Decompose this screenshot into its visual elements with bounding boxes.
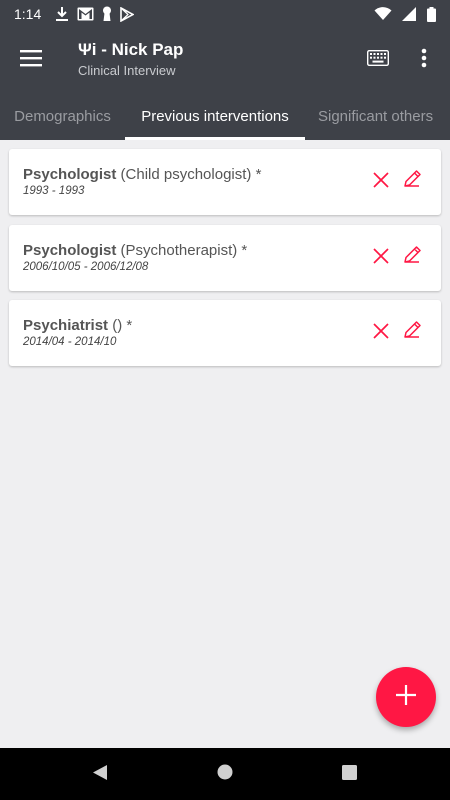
intervention-card[interactable]: Psychologist (Child psychologist) * 1993… [9, 149, 441, 215]
intervention-dates: 2014/04 - 2014/10 [23, 336, 117, 348]
play-store-icon [120, 6, 135, 22]
recents-button[interactable] [337, 762, 361, 786]
intervention-type: Psychiatrist [23, 317, 109, 334]
tab-significant-others[interactable]: Significant others [305, 92, 450, 140]
intervention-type: Psychologist [23, 166, 117, 183]
delete-button[interactable] [370, 322, 392, 344]
intervention-type: Psychologist [23, 242, 117, 259]
intervention-dates: 1993 - 1993 [23, 185, 85, 197]
back-button[interactable] [88, 762, 112, 786]
delete-icon [372, 322, 390, 344]
app-bar: Ψi - Nick Pap Clinical Interview [0, 28, 450, 92]
download-icon [55, 6, 69, 22]
add-intervention-button[interactable] [376, 667, 436, 727]
tab-demographics[interactable]: Demographics [0, 92, 125, 140]
intervention-detail: () * [112, 317, 133, 334]
keyboard-button[interactable] [354, 36, 402, 84]
tab-bar: Demographics Previous interventions Sign… [0, 92, 450, 140]
delete-button[interactable] [370, 171, 392, 193]
intervention-detail: (Child psychologist) * [120, 166, 262, 183]
home-icon [217, 764, 233, 784]
tab-previous-interventions[interactable]: Previous interventions [125, 92, 305, 140]
intervention-title: Psychologist (Psychotherapist) * [23, 242, 247, 259]
intervention-detail: (Psychotherapist) * [120, 242, 248, 259]
delete-icon [372, 247, 390, 269]
home-button[interactable] [213, 762, 237, 786]
edit-button[interactable] [401, 246, 423, 268]
intervention-title: Psychiatrist () * [23, 317, 132, 334]
edit-button[interactable] [401, 170, 423, 192]
gmail-icon [77, 7, 94, 21]
interventions-list: Psychologist (Child psychologist) * 1993… [0, 140, 450, 748]
intervention-card[interactable]: Psychiatrist () * 2014/04 - 2014/10 [9, 300, 441, 366]
intervention-card[interactable]: Psychologist (Psychotherapist) * 2006/10… [9, 225, 441, 291]
delete-icon [372, 171, 390, 193]
edit-button[interactable] [401, 321, 423, 343]
more-options-button[interactable] [402, 36, 446, 84]
edit-icon [402, 320, 422, 344]
back-icon [92, 764, 108, 785]
app-subtitle: Clinical Interview [78, 63, 176, 78]
add-icon [395, 684, 417, 710]
wifi-icon [374, 7, 392, 21]
edit-icon [402, 169, 422, 193]
menu-button[interactable] [0, 28, 62, 92]
keyboard-icon [366, 49, 390, 70]
app-title: Ψi - Nick Pap [78, 40, 184, 59]
status-time: 1:14 [14, 6, 42, 22]
intervention-title: Psychologist (Child psychologist) * [23, 166, 261, 183]
menu-icon [20, 49, 42, 71]
battery-icon [427, 6, 436, 22]
status-bar: 1:14 [0, 0, 450, 28]
signal-icon [402, 7, 417, 21]
navigation-bar [0, 748, 450, 800]
keyhole-icon [102, 6, 112, 22]
intervention-dates: 2006/10/05 - 2006/12/08 [23, 261, 149, 273]
more-vert-icon [421, 48, 427, 72]
recents-icon [341, 764, 357, 784]
delete-button[interactable] [370, 247, 392, 269]
edit-icon [402, 245, 422, 269]
